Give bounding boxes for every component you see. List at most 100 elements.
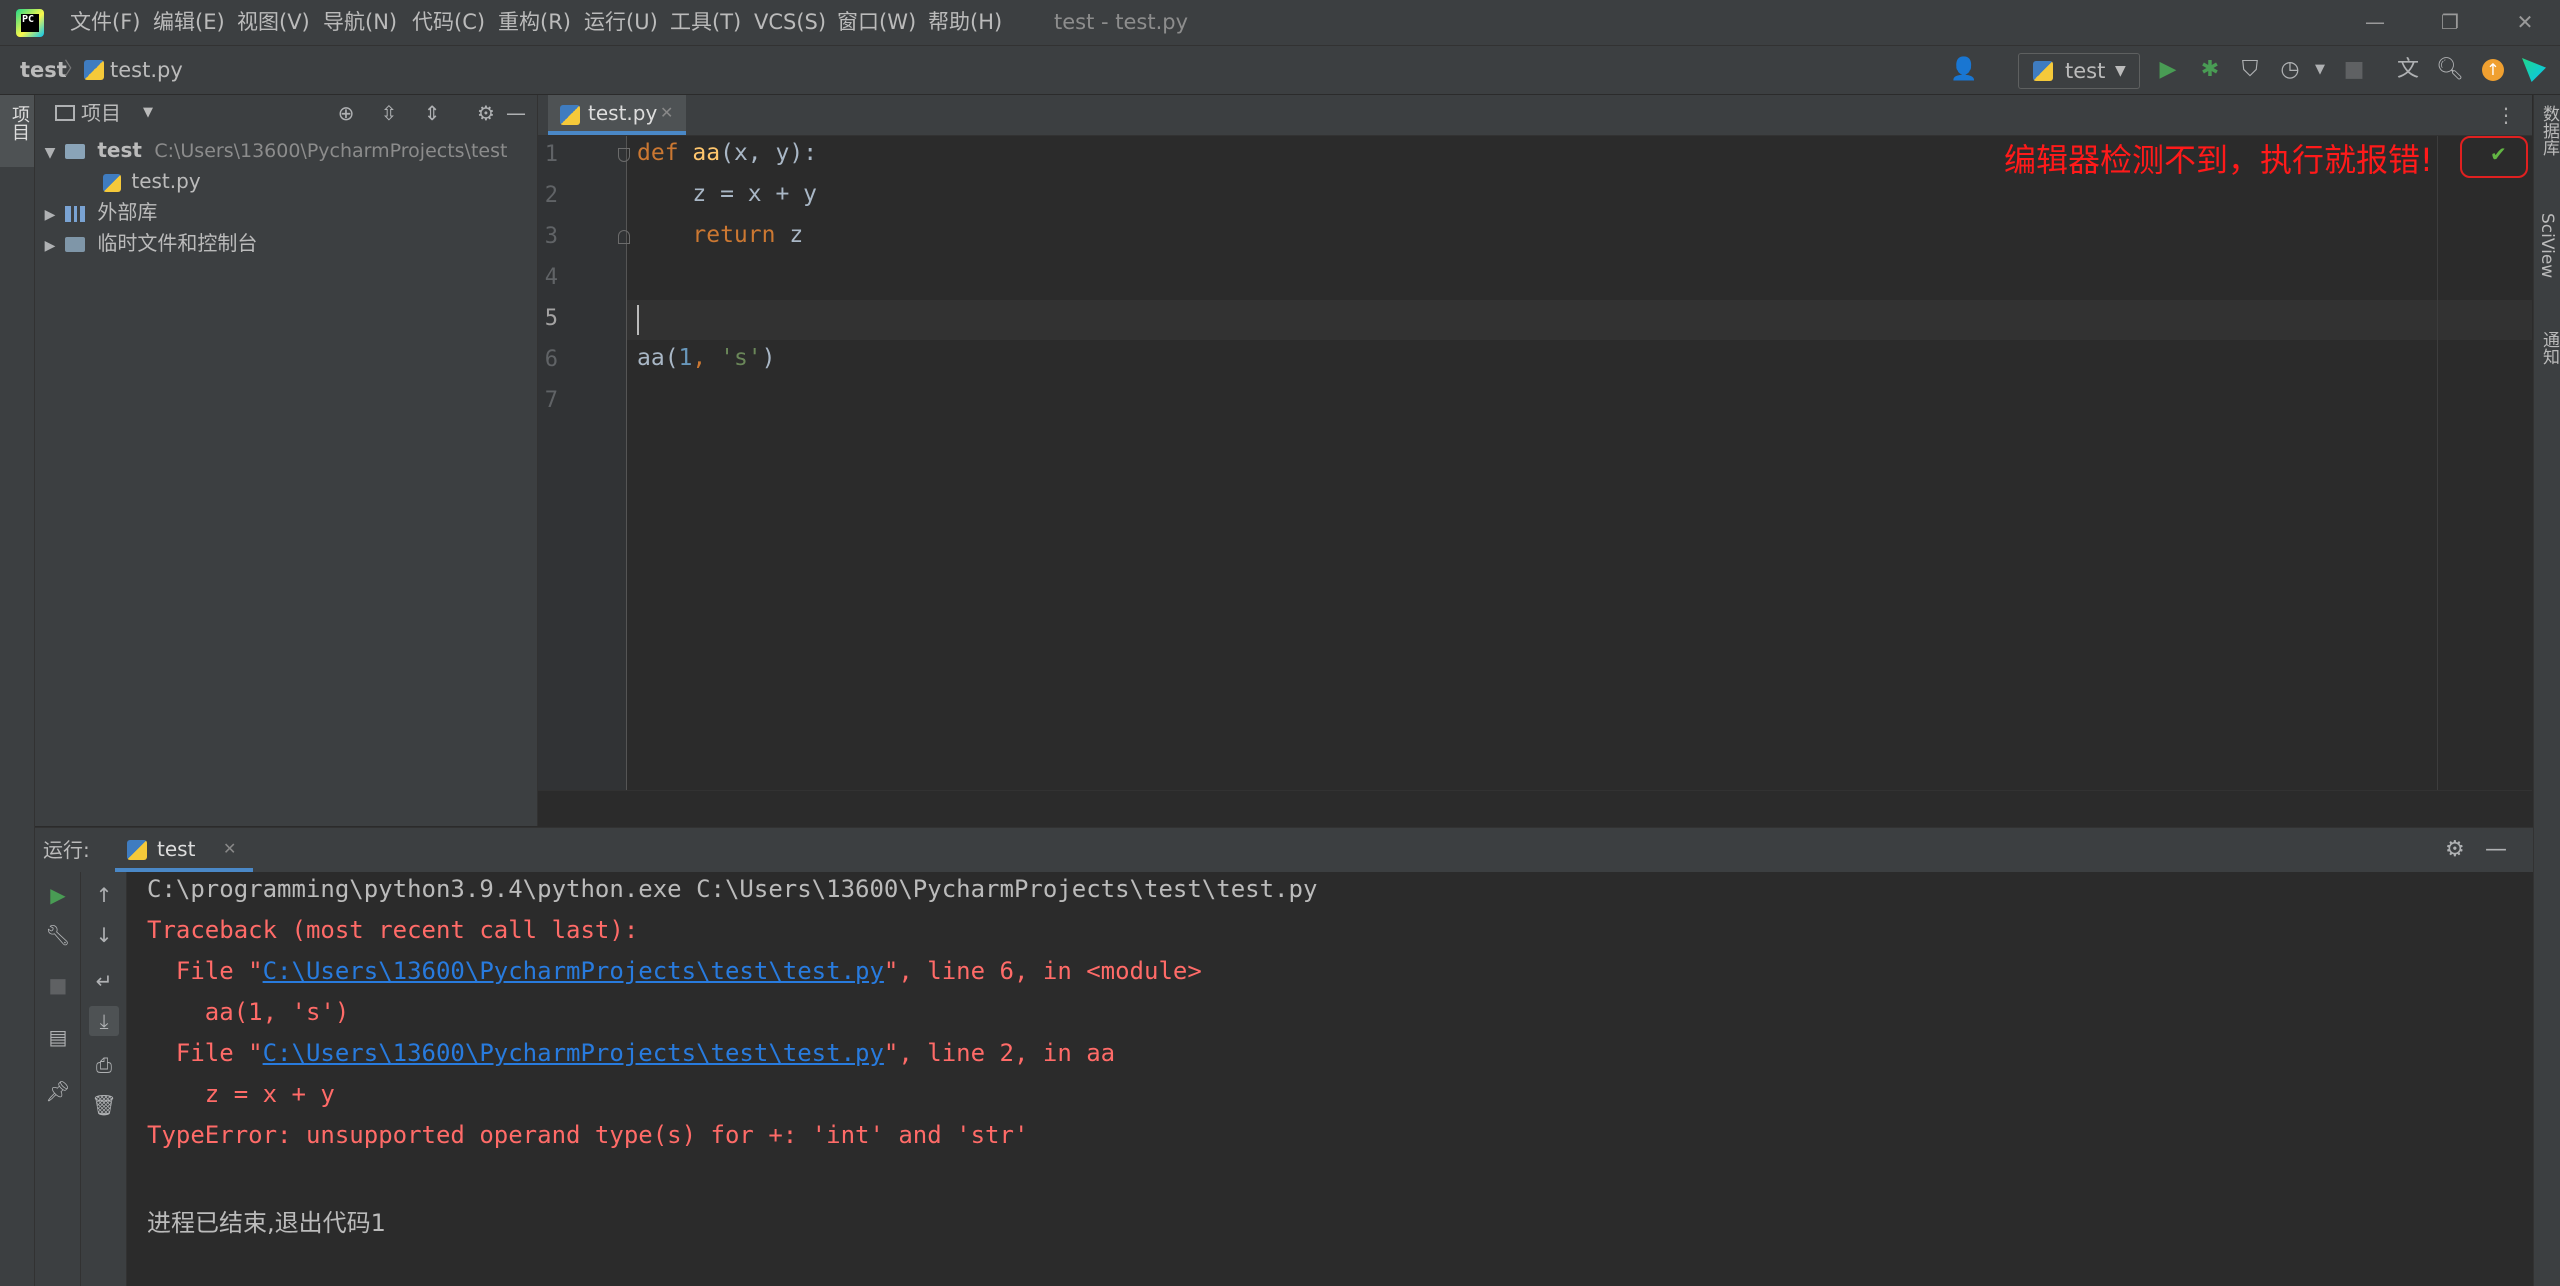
editor-gutter: 1 2 3 4 5 6 7: [538, 136, 630, 790]
menu-file[interactable]: 文件(F): [70, 0, 140, 45]
line-number: 2: [544, 183, 558, 208]
coverage-icon[interactable]: ⛉: [2234, 54, 2266, 86]
layout-icon[interactable]: ▤: [43, 1022, 73, 1052]
hide-panel-icon[interactable]: —: [501, 97, 531, 129]
project-tool-tab[interactable]: 项目: [0, 95, 34, 167]
expand-all-icon[interactable]: ⇳: [374, 97, 404, 129]
stop-icon[interactable]: ■: [2338, 54, 2370, 86]
gear-icon[interactable]: ⚙: [2445, 828, 2465, 872]
menu-navigate[interactable]: 导航(N): [323, 0, 397, 45]
console-text: File ": [147, 1039, 263, 1067]
gear-icon[interactable]: ⚙: [471, 97, 501, 129]
restore-icon[interactable]: ❐: [2415, 0, 2485, 45]
run-toolbar-primary: ▶ 🔧︎ ■ ▤ 📌︎: [35, 872, 81, 1286]
menu-run[interactable]: 运行(U): [584, 0, 658, 45]
project-tool-tab-label: 项目: [9, 105, 30, 141]
tree-item-project-root[interactable]: ▼ test C:\Users\13600\PycharmProjects\te…: [35, 135, 508, 169]
arrow-up-icon[interactable]: ↑: [89, 880, 119, 910]
chevron-right-icon[interactable]: ▶: [35, 200, 65, 231]
window-title: test - test.py: [1054, 10, 1189, 34]
navigation-bar: test 〉 test.py 👤 test ▼ ▶ ✱ ⛉ ◷ ▼ ■ 文 🔍︎…: [0, 46, 2560, 95]
run-icon[interactable]: ▶: [2152, 54, 2184, 86]
file-link[interactable]: C:\Users\13600\PycharmProjects\test\test…: [263, 957, 884, 985]
close-icon[interactable]: ✕: [2490, 0, 2560, 45]
console-line-traceback: Traceback (most recent call last):: [147, 916, 639, 944]
title-bar: PC 文件(F) 编辑(E) 视图(V) 导航(N) 代码(C) 重构(R) 运…: [0, 0, 2560, 46]
scroll-to-end-icon[interactable]: ⤓: [89, 1006, 119, 1036]
run-tab-label: test: [157, 837, 196, 861]
translate-icon[interactable]: 文: [2392, 54, 2424, 86]
inspection-ok-icon[interactable]: ✔: [2490, 142, 2507, 166]
minimize-icon[interactable]: —: [2340, 0, 2410, 45]
menu-view[interactable]: 视图(V): [237, 0, 310, 45]
folder-icon: [65, 144, 85, 159]
more-vertical-icon[interactable]: ⋮: [2496, 95, 2516, 135]
logo-text: PC: [21, 14, 39, 32]
menu-vcs[interactable]: VCS(S): [754, 0, 826, 45]
wrench-icon[interactable]: 🔧︎: [43, 920, 73, 950]
code-line-2: z = x + y: [637, 181, 818, 207]
project-panel-title[interactable]: 项目: [81, 95, 121, 131]
menu-code[interactable]: 代码(C): [412, 0, 485, 45]
tree-scratches-label: 临时文件和控制台: [97, 231, 258, 255]
soft-wrap-icon[interactable]: ↵: [89, 966, 119, 996]
breadcrumb-project[interactable]: test: [20, 46, 67, 94]
menu-window[interactable]: 窗口(W): [837, 0, 916, 45]
search-icon[interactable]: 🔍︎: [2434, 54, 2466, 86]
debug-icon[interactable]: ✱: [2194, 54, 2226, 86]
collapse-all-icon[interactable]: ⇕: [417, 97, 447, 129]
more-run-chevron-icon[interactable]: ▼: [2304, 54, 2336, 86]
close-tab-icon[interactable]: ✕: [660, 95, 673, 131]
python-icon: [127, 840, 147, 860]
line-number: 4: [544, 265, 558, 290]
scratches-icon: [65, 237, 85, 252]
chevron-down-icon[interactable]: ▼: [35, 138, 65, 169]
editor-tab-bar: test.py ✕ ⋮: [538, 95, 2532, 136]
menu-tools[interactable]: 工具(T): [670, 0, 741, 45]
sciview-tool-tab[interactable]: SciView: [2537, 213, 2557, 278]
user-icon[interactable]: 👤: [1948, 54, 1980, 86]
hide-panel-icon[interactable]: —: [2485, 828, 2507, 872]
notifications-tool-tab[interactable]: 通知: [2537, 331, 2560, 365]
line-number: 7: [544, 388, 558, 413]
console-line-code-2: z = x + y: [147, 1080, 335, 1108]
file-link[interactable]: C:\Users\13600\PycharmProjects\test\test…: [263, 1039, 884, 1067]
run-panel-header: 运行: test ✕ ⚙ —: [35, 827, 2533, 873]
code-editor[interactable]: def aa(x, y): z = x + y return z aa(1, '…: [627, 136, 2532, 790]
breadcrumb-file[interactable]: test.py: [110, 46, 183, 94]
pin-icon[interactable]: 📌︎: [43, 1076, 73, 1106]
code-line-3: return z: [637, 222, 803, 248]
chevron-right-icon[interactable]: ▶: [35, 231, 65, 262]
menu-help[interactable]: 帮助(H): [928, 0, 1002, 45]
run-config-dropdown[interactable]: test ▼: [2018, 53, 2140, 89]
editor-tab-test-py[interactable]: test.py ✕: [548, 95, 686, 135]
text-caret: [637, 305, 639, 335]
locate-file-icon[interactable]: ⊕: [331, 97, 361, 129]
console-line-file-2: File "C:\Users\13600\PycharmProjects\tes…: [147, 1039, 1115, 1067]
print-icon[interactable]: ⎙: [89, 1050, 119, 1080]
tree-item-scratches[interactable]: ▶ 临时文件和控制台: [35, 228, 258, 262]
update-icon[interactable]: ↑: [2482, 59, 2504, 81]
console-output[interactable]: C:\programming\python3.9.4\python.exe C:…: [127, 872, 2533, 1286]
tree-item-file[interactable]: test.py: [103, 166, 201, 197]
arrow-down-icon[interactable]: ↓: [89, 920, 119, 950]
trash-icon[interactable]: 🗑︎: [89, 1090, 119, 1120]
database-tool-tab[interactable]: 数据库: [2537, 105, 2560, 156]
run-tab-test[interactable]: test ✕: [115, 828, 253, 872]
close-tab-icon[interactable]: ✕: [223, 828, 236, 870]
chevron-down-icon[interactable]: ▼: [143, 95, 153, 131]
tree-item-external-libraries[interactable]: ▶ 外部库: [35, 197, 158, 231]
rerun-icon[interactable]: ▶: [43, 880, 73, 910]
tree-file-label: test.py: [131, 169, 201, 193]
breadcrumb-separator-icon: 〉: [64, 59, 82, 80]
console-line-file-1: File "C:\Users\13600\PycharmProjects\tes…: [147, 957, 1202, 985]
profile-icon[interactable]: ◷: [2274, 54, 2306, 86]
run-toolbar-secondary: ↑ ↓ ↵ ⤓ ⎙ 🗑︎: [81, 872, 127, 1286]
tree-root-path: C:\Users\13600\PycharmProjects\test: [154, 140, 508, 162]
stop-icon[interactable]: ■: [43, 970, 73, 1000]
chevron-down-icon: ▼: [2115, 63, 2126, 79]
menu-edit[interactable]: 编辑(E): [153, 0, 225, 45]
menu-refactor[interactable]: 重构(R): [498, 0, 571, 45]
code-with-me-icon[interactable]: [2522, 58, 2546, 82]
